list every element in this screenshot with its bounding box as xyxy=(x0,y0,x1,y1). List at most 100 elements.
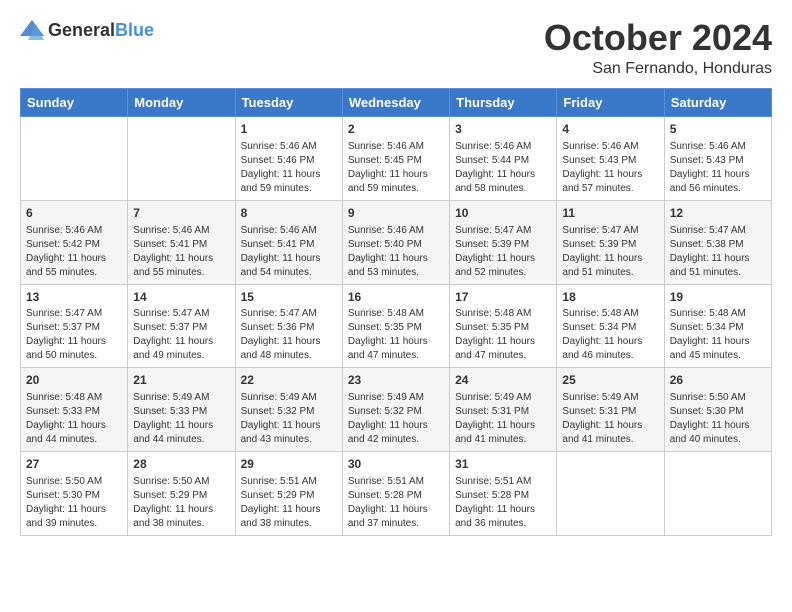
month-title: October 2024 xyxy=(544,20,772,56)
day-detail: Daylight: 11 hours and 44 minutes. xyxy=(26,419,122,447)
header-row: SundayMondayTuesdayWednesdayThursdayFrid… xyxy=(21,89,772,117)
day-detail: Sunrise: 5:46 AM xyxy=(133,224,229,238)
day-detail: Daylight: 11 hours and 38 minutes. xyxy=(133,503,229,531)
day-number: 27 xyxy=(26,456,122,473)
day-detail: Daylight: 11 hours and 48 minutes. xyxy=(241,335,337,363)
day-number: 29 xyxy=(241,456,337,473)
day-detail: Sunrise: 5:46 AM xyxy=(348,140,444,154)
day-number: 5 xyxy=(670,121,766,138)
day-detail: Sunset: 5:28 PM xyxy=(348,489,444,503)
calendar-cell xyxy=(664,452,771,536)
logo-blue: Blue xyxy=(115,21,154,39)
title-section: October 2024 San Fernando, Honduras xyxy=(544,20,772,78)
day-detail: Daylight: 11 hours and 51 minutes. xyxy=(562,252,658,280)
day-header-friday: Friday xyxy=(557,89,664,117)
day-detail: Sunset: 5:37 PM xyxy=(26,321,122,335)
calendar-cell xyxy=(21,117,128,201)
calendar-cell: 6Sunrise: 5:46 AMSunset: 5:42 PMDaylight… xyxy=(21,200,128,284)
day-number: 1 xyxy=(241,121,337,138)
day-detail: Sunset: 5:41 PM xyxy=(133,238,229,252)
calendar-cell: 19Sunrise: 5:48 AMSunset: 5:34 PMDayligh… xyxy=(664,284,771,368)
day-detail: Sunset: 5:46 PM xyxy=(241,154,337,168)
day-detail: Daylight: 11 hours and 36 minutes. xyxy=(455,503,551,531)
day-detail: Sunset: 5:44 PM xyxy=(455,154,551,168)
day-detail: Sunset: 5:33 PM xyxy=(133,405,229,419)
day-number: 24 xyxy=(455,372,551,389)
calendar-cell: 17Sunrise: 5:48 AMSunset: 5:35 PMDayligh… xyxy=(450,284,557,368)
day-detail: Sunrise: 5:50 AM xyxy=(26,475,122,489)
week-row-4: 20Sunrise: 5:48 AMSunset: 5:33 PMDayligh… xyxy=(21,368,772,452)
day-number: 8 xyxy=(241,205,337,222)
day-number: 31 xyxy=(455,456,551,473)
day-detail: Sunrise: 5:50 AM xyxy=(133,475,229,489)
day-header-tuesday: Tuesday xyxy=(235,89,342,117)
calendar-cell: 10Sunrise: 5:47 AMSunset: 5:39 PMDayligh… xyxy=(450,200,557,284)
day-number: 18 xyxy=(562,289,658,306)
day-detail: Daylight: 11 hours and 38 minutes. xyxy=(241,503,337,531)
day-detail: Sunset: 5:31 PM xyxy=(455,405,551,419)
day-detail: Sunset: 5:37 PM xyxy=(133,321,229,335)
day-detail: Sunrise: 5:47 AM xyxy=(241,307,337,321)
day-detail: Daylight: 11 hours and 59 minutes. xyxy=(241,168,337,196)
day-detail: Sunset: 5:43 PM xyxy=(670,154,766,168)
day-number: 26 xyxy=(670,372,766,389)
day-detail: Daylight: 11 hours and 59 minutes. xyxy=(348,168,444,196)
week-row-3: 13Sunrise: 5:47 AMSunset: 5:37 PMDayligh… xyxy=(21,284,772,368)
day-detail: Sunset: 5:41 PM xyxy=(241,238,337,252)
calendar-table: SundayMondayTuesdayWednesdayThursdayFrid… xyxy=(20,88,772,536)
day-detail: Sunrise: 5:49 AM xyxy=(241,391,337,405)
day-detail: Daylight: 11 hours and 58 minutes. xyxy=(455,168,551,196)
day-detail: Daylight: 11 hours and 44 minutes. xyxy=(133,419,229,447)
day-number: 17 xyxy=(455,289,551,306)
day-detail: Daylight: 11 hours and 57 minutes. xyxy=(562,168,658,196)
day-number: 21 xyxy=(133,372,229,389)
day-detail: Sunset: 5:31 PM xyxy=(562,405,658,419)
day-detail: Daylight: 11 hours and 43 minutes. xyxy=(241,419,337,447)
calendar-cell: 30Sunrise: 5:51 AMSunset: 5:28 PMDayligh… xyxy=(342,452,449,536)
day-detail: Sunrise: 5:48 AM xyxy=(562,307,658,321)
day-number: 3 xyxy=(455,121,551,138)
calendar-cell: 5Sunrise: 5:46 AMSunset: 5:43 PMDaylight… xyxy=(664,117,771,201)
day-detail: Daylight: 11 hours and 50 minutes. xyxy=(26,335,122,363)
day-header-monday: Monday xyxy=(128,89,235,117)
day-number: 7 xyxy=(133,205,229,222)
day-number: 13 xyxy=(26,289,122,306)
day-detail: Sunset: 5:35 PM xyxy=(455,321,551,335)
calendar-cell: 23Sunrise: 5:49 AMSunset: 5:32 PMDayligh… xyxy=(342,368,449,452)
day-detail: Sunrise: 5:49 AM xyxy=(455,391,551,405)
day-detail: Daylight: 11 hours and 54 minutes. xyxy=(241,252,337,280)
calendar-cell: 28Sunrise: 5:50 AMSunset: 5:29 PMDayligh… xyxy=(128,452,235,536)
day-detail: Sunset: 5:42 PM xyxy=(26,238,122,252)
day-detail: Sunrise: 5:48 AM xyxy=(670,307,766,321)
day-detail: Daylight: 11 hours and 55 minutes. xyxy=(133,252,229,280)
day-detail: Daylight: 11 hours and 51 minutes. xyxy=(670,252,766,280)
day-number: 19 xyxy=(670,289,766,306)
day-header-thursday: Thursday xyxy=(450,89,557,117)
day-detail: Sunrise: 5:46 AM xyxy=(241,224,337,238)
day-detail: Sunset: 5:38 PM xyxy=(670,238,766,252)
day-detail: Daylight: 11 hours and 45 minutes. xyxy=(670,335,766,363)
day-detail: Daylight: 11 hours and 49 minutes. xyxy=(133,335,229,363)
day-detail: Sunrise: 5:46 AM xyxy=(455,140,551,154)
day-detail: Daylight: 11 hours and 53 minutes. xyxy=(348,252,444,280)
week-row-1: 1Sunrise: 5:46 AMSunset: 5:46 PMDaylight… xyxy=(21,117,772,201)
calendar-cell: 13Sunrise: 5:47 AMSunset: 5:37 PMDayligh… xyxy=(21,284,128,368)
day-number: 11 xyxy=(562,205,658,222)
day-detail: Daylight: 11 hours and 55 minutes. xyxy=(26,252,122,280)
calendar-cell: 16Sunrise: 5:48 AMSunset: 5:35 PMDayligh… xyxy=(342,284,449,368)
page-header: GeneralBlue October 2024 San Fernando, H… xyxy=(20,20,772,78)
calendar-cell: 31Sunrise: 5:51 AMSunset: 5:28 PMDayligh… xyxy=(450,452,557,536)
calendar-cell: 18Sunrise: 5:48 AMSunset: 5:34 PMDayligh… xyxy=(557,284,664,368)
calendar-cell: 1Sunrise: 5:46 AMSunset: 5:46 PMDaylight… xyxy=(235,117,342,201)
day-detail: Sunrise: 5:49 AM xyxy=(348,391,444,405)
day-detail: Sunrise: 5:46 AM xyxy=(348,224,444,238)
calendar-cell: 21Sunrise: 5:49 AMSunset: 5:33 PMDayligh… xyxy=(128,368,235,452)
calendar-cell: 24Sunrise: 5:49 AMSunset: 5:31 PMDayligh… xyxy=(450,368,557,452)
calendar-cell: 20Sunrise: 5:48 AMSunset: 5:33 PMDayligh… xyxy=(21,368,128,452)
day-detail: Sunrise: 5:47 AM xyxy=(133,307,229,321)
day-number: 20 xyxy=(26,372,122,389)
calendar-cell: 12Sunrise: 5:47 AMSunset: 5:38 PMDayligh… xyxy=(664,200,771,284)
day-detail: Sunrise: 5:51 AM xyxy=(241,475,337,489)
day-detail: Sunrise: 5:48 AM xyxy=(455,307,551,321)
logo-text: GeneralBlue xyxy=(48,21,154,39)
